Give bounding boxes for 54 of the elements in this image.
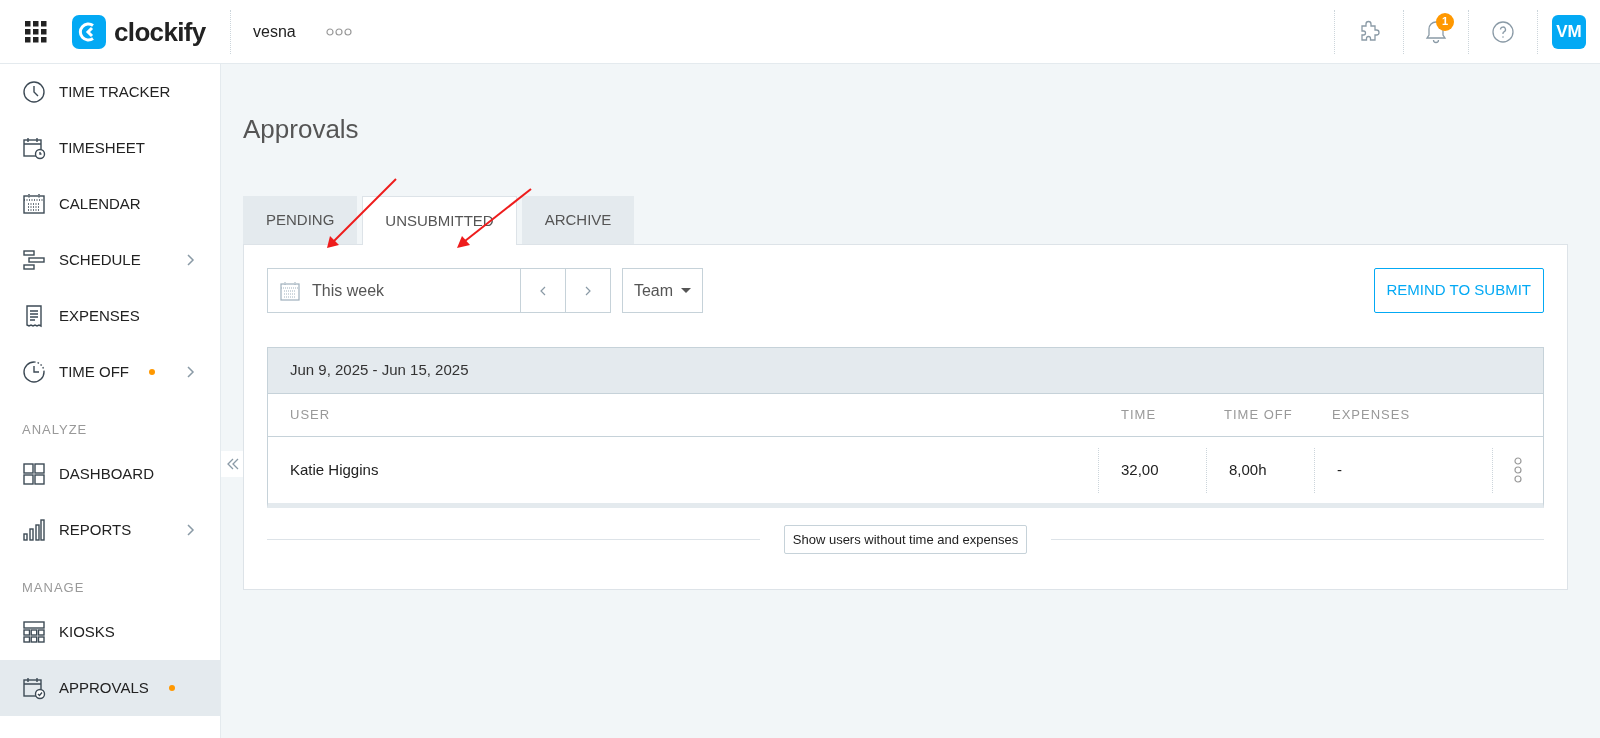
tab[interactable]: ARCHIVE [521,196,635,244]
help-icon[interactable] [1492,20,1514,43]
chevron-right-icon [584,284,592,297]
calendar-icon [22,192,46,216]
previous-button[interactable] [521,268,566,313]
nav-item[interactable]: APPROVALS [0,660,220,716]
time-cell-text: 32,00 [1120,459,1160,480]
bar-chart-icon [22,518,46,542]
caret-down-icon [681,287,692,294]
date-range-picker[interactable]: This week [267,268,521,313]
nav-item[interactable]: KIOSKS [0,604,220,660]
tab[interactable]: UNSUBMITTED [362,196,517,245]
team-dropdown[interactable]: Team [622,268,703,313]
user-name: Katie Higgins [289,459,380,480]
week-period: Jun 9, 2025 - Jun 15, 2025 [290,360,469,381]
section-heading: ANALYZE [22,420,88,439]
page-title: Approvals [243,114,360,144]
column-header: USER [289,406,332,425]
clock-icon [22,360,46,384]
tab[interactable]: PENDING [243,196,358,244]
nav-item[interactable]: CALENDAR [0,176,220,232]
logo-icon [72,14,106,49]
schedule-icon [22,248,46,272]
collapse-button[interactable] [221,451,245,477]
more-vertical-icon[interactable] [1514,457,1522,483]
time-off-cell-text: 8,00h [1228,459,1268,480]
kiosk-icon [22,620,46,644]
calendar-check-icon [22,676,46,700]
nav-item[interactable]: TIME TRACKER [0,64,220,120]
more-icon[interactable] [325,27,352,36]
dashboard-icon [22,462,46,486]
show-users-button[interactable]: Show users without time and expenses [783,525,1028,554]
expenses-cell-text: - [1336,459,1343,480]
nav-item[interactable]: TIME OFF [0,344,220,400]
logo-text: clockify [114,18,206,45]
column-header: TIME OFF [1223,406,1294,425]
nav-item[interactable]: SCHEDULE [0,232,220,288]
notification-badge: 1 [1436,12,1454,31]
nav-item[interactable]: EXPENSES [0,288,220,344]
nav-item[interactable]: DASHBOARD [0,446,220,502]
calendar-icon [280,280,300,301]
section-heading: MANAGE [22,578,85,597]
timesheet-icon [22,136,46,160]
nav-item[interactable]: REPORTS [0,502,220,558]
chevron-left-icon [539,284,547,297]
double-chevron-left-icon [226,458,240,470]
clock-icon [22,80,46,104]
workspace-name[interactable]: vesna [253,19,296,44]
nav-item[interactable]: TIMESHEET [0,120,220,176]
next-button[interactable] [566,268,611,313]
column-header: TIME [1120,406,1158,425]
apps-grid-icon[interactable] [25,20,47,43]
bell-icon[interactable] [1424,18,1448,45]
column-header: EXPENSES [1331,406,1411,425]
